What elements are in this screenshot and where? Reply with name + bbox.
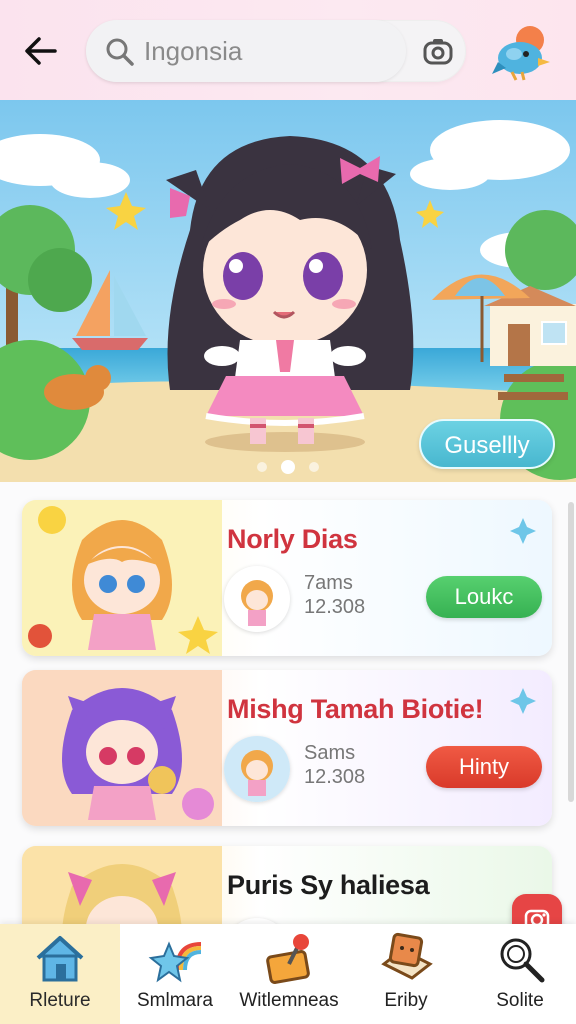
carousel-dot[interactable]: [309, 462, 319, 472]
card-mini-avatar: [224, 736, 290, 802]
bird-avatar-icon: [492, 26, 550, 81]
back-arrow-icon: [25, 37, 57, 65]
sparkle-icon: [510, 518, 536, 544]
card-character-image: [22, 670, 222, 826]
card-title: Puris Sy haliesa: [227, 870, 430, 900]
scrollbar[interactable]: [568, 502, 574, 802]
card-action-button[interactable]: Hinty: [426, 746, 542, 788]
hero-banner[interactable]: Gusellly: [0, 100, 576, 482]
search-bar: [86, 20, 466, 82]
magnifier-icon: [500, 938, 545, 983]
top-bar: [0, 0, 576, 100]
nav-item-home[interactable]: Rleture: [0, 924, 120, 1024]
carousel-dot-active[interactable]: [281, 460, 295, 474]
card-character-image: [22, 500, 222, 656]
hero-action-button[interactable]: Gusellly: [419, 419, 555, 469]
card-character-image: [22, 846, 222, 924]
lens-button[interactable]: [420, 34, 456, 70]
card-title: Mishg Tamah Biotie!: [227, 694, 484, 724]
nav-label: Witlemneas: [239, 990, 339, 1011]
nav-item-witlemneas[interactable]: Witlemneas: [230, 924, 348, 1024]
rainbow-star-icon: [148, 941, 202, 983]
search-icon: [106, 38, 134, 66]
home-icon: [36, 936, 84, 982]
nav-label: Solite: [496, 990, 544, 1011]
card-meta-secondary: 12.308: [304, 766, 366, 788]
nav-item-smlmara[interactable]: Smlmara: [120, 924, 230, 1024]
card-mini-avatar: [224, 566, 290, 632]
profile-avatar[interactable]: [488, 18, 556, 86]
book-icon: [381, 932, 433, 980]
nav-label: Eriby: [384, 990, 428, 1011]
card-meta-primary: 7ams: [304, 572, 353, 594]
card-action-button[interactable]: Loukс: [426, 576, 542, 618]
card-meta-secondary: 12.308: [304, 596, 366, 618]
nav-item-eriby[interactable]: Eriby: [348, 924, 464, 1024]
nav-item-solite[interactable]: Solite: [464, 924, 576, 1024]
back-button[interactable]: [18, 28, 64, 74]
search-input[interactable]: [144, 32, 394, 70]
card-title: Norly Dias: [227, 524, 358, 554]
list-card[interactable]: Puris Sy haliesa: [22, 846, 552, 924]
nav-label: Rleture: [29, 990, 91, 1011]
card-meta-primary: Sams: [304, 742, 356, 764]
camera-lens-icon: [423, 39, 453, 65]
joystick-icon: [266, 934, 310, 984]
nav-label: Smlmara: [136, 990, 213, 1011]
sparkle-icon: [510, 688, 536, 714]
carousel-dot[interactable]: [257, 462, 267, 472]
bottom-navigation: Rleture Smlmara Witlemneas Eriby Solite: [0, 924, 576, 1024]
content-list: Norly Dias 7ams 12.308 Loukс Mishg Tamah…: [0, 482, 576, 924]
list-card[interactable]: Mishg Tamah Biotie! Sams 12.308 Hinty: [22, 670, 552, 826]
list-card[interactable]: Norly Dias 7ams 12.308 Loukс: [22, 500, 552, 656]
carousel-dots: [250, 460, 326, 474]
